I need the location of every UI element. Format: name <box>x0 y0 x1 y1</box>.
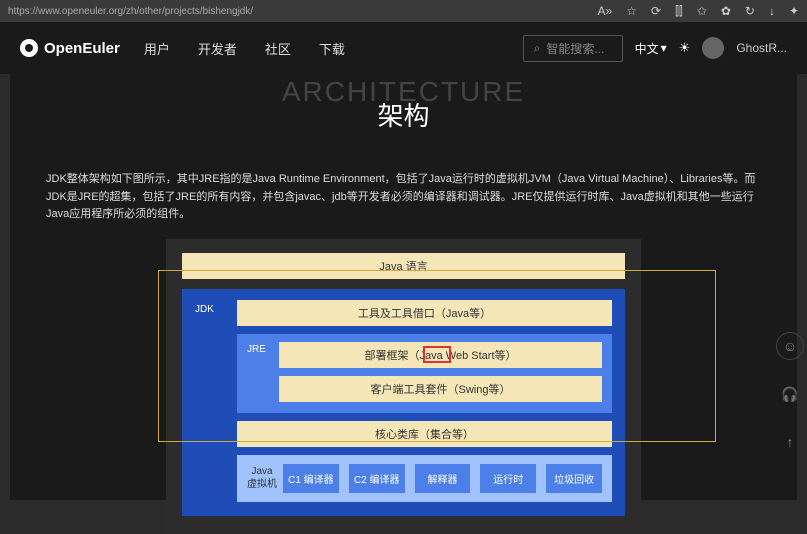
nav-community[interactable]: 社区 <box>265 39 291 58</box>
logo[interactable]: OpenEuler <box>20 39 120 57</box>
core-bar: 核心类库（集合等） <box>237 421 612 447</box>
java-language-bar: Java 语言 <box>182 253 625 279</box>
extension-icon[interactable]: ✦ <box>789 4 799 18</box>
background-title: ARCHITECTURE <box>282 76 525 108</box>
search-icon: ⌕ <box>534 41 541 56</box>
chevron-down-icon: ▾ <box>661 41 667 55</box>
search-placeholder: 智能搜索... <box>546 40 604 57</box>
content: ARCHITECTURE 架构 JDK整体架构如下图所示，其中JRE指的是Jav… <box>10 74 797 500</box>
jre-label: JRE <box>247 342 269 357</box>
username: GhostR... <box>736 41 787 55</box>
description-text: JDK整体架构如下图所示，其中JRE指的是Java Runtime Enviro… <box>46 171 761 224</box>
side-widgets: ☺ 🎧 ↑ <box>773 332 807 456</box>
jvm-runtime: 运行时 <box>480 464 536 493</box>
jre-sidebar: JRE <box>247 342 269 402</box>
browser-url-bar: https://www.openeuler.org/zh/other/proje… <box>0 0 807 22</box>
read-icon[interactable]: ⫿⫿ <box>675 4 683 19</box>
logo-icon <box>20 39 38 57</box>
header-right: ⌕ 智能搜索... 中文 ▾ ☀ GhostR... <box>523 35 787 62</box>
favorite-icon[interactable]: ✩ <box>697 4 707 18</box>
theme-toggle[interactable]: ☀ <box>679 40 691 56</box>
star-icon[interactable]: ☆ <box>626 4 637 18</box>
avatar[interactable] <box>702 37 724 59</box>
jvm-main: C1 编译器 C2 编译器 解释器 运行时 垃圾回收 <box>283 464 602 493</box>
nav-download[interactable]: 下载 <box>319 39 345 58</box>
url-text: https://www.openeuler.org/zh/other/proje… <box>8 6 598 17</box>
jdk-box: JDK 工具及工具借口（Java等） JRE 部署框架（Java Web Sta… <box>182 289 625 516</box>
tools-bar: 工具及工具借口（Java等） <box>237 300 612 326</box>
download-icon[interactable]: ↓ <box>769 4 775 18</box>
site-header: OpenEuler 用户 开发者 社区 下载 ⌕ 智能搜索... 中文 ▾ ☀ … <box>0 22 807 74</box>
jvm-c1: C1 编译器 <box>283 464 339 493</box>
jdk-sidebar: JDK <box>195 300 227 502</box>
jvm-box: Java 虚拟机 C1 编译器 C2 编译器 解释器 运行时 垃圾回收 <box>237 455 612 502</box>
jvm-interpreter: 解释器 <box>415 464 471 493</box>
refresh-icon[interactable]: ⟳ <box>651 4 661 18</box>
support-icon[interactable]: 🎧 <box>776 380 804 408</box>
jvm-c2: C2 编译器 <box>349 464 405 493</box>
browser-controls: A» ☆ ⟳ ⫿⫿ ✩ ✿ ↻ ↓ ✦ <box>598 4 799 19</box>
language-selector[interactable]: 中文 ▾ <box>635 40 667 57</box>
scroll-top-icon[interactable]: ↑ <box>776 428 804 456</box>
jre-main: 部署框架（Java Web Start等） 客户端工具套件（Swing等） <box>279 342 602 402</box>
nav-users[interactable]: 用户 <box>144 39 170 58</box>
deploy-bar: 部署框架（Java Web Start等） <box>279 342 602 368</box>
jdk-main: 工具及工具借口（Java等） JRE 部署框架（Java Web Start等）… <box>237 300 612 502</box>
jdk-label: JDK <box>195 300 227 319</box>
search-input[interactable]: ⌕ 智能搜索... <box>523 35 623 62</box>
text-size-icon[interactable]: A» <box>598 4 613 18</box>
architecture-diagram: Java 语言 JDK 工具及工具借口（Java等） JRE 部署框架（Java… <box>166 239 641 534</box>
client-bar: 客户端工具套件（Swing等） <box>279 376 602 402</box>
collection-icon[interactable]: ✿ <box>721 4 731 18</box>
jvm-gc: 垃圾回收 <box>546 464 602 493</box>
feedback-icon[interactable]: ☺ <box>776 332 804 360</box>
main-nav: 用户 开发者 社区 下载 <box>144 39 345 58</box>
brand-name: OpenEuler <box>44 40 120 57</box>
nav-developers[interactable]: 开发者 <box>198 39 237 58</box>
jre-box: JRE 部署框架（Java Web Start等） 客户端工具套件（Swing等… <box>237 334 612 413</box>
jvm-label: Java 虚拟机 <box>247 465 277 491</box>
history-icon[interactable]: ↻ <box>745 4 755 18</box>
